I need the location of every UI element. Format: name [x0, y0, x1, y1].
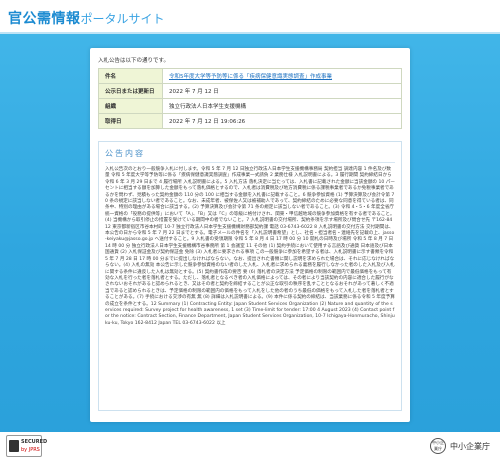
badge-line1: SECURED — [21, 439, 48, 445]
value-organization: 独立行政法人日本学生支援機構 — [162, 98, 402, 114]
table-row: 件名 令和5年度大学等予防等に係る「疾病保健意識実態調査」作成事業 — [98, 68, 402, 84]
info-table: 件名 令和5年度大学等予防等に係る「疾病保健意識実態調査」作成事業 公示日または… — [98, 68, 402, 129]
header-bar: 官公需情報ポータルサイト — [0, 0, 500, 34]
footer-bar: SECURED by JPRS 中小企業庁 中小企業庁 — [0, 432, 500, 460]
table-row: 取得日 2022 年 7 月 12 日 19:06:26 — [98, 113, 402, 129]
content-title: 公告内容 — [105, 148, 395, 163]
content-body: 入札公告次のとおり一般競争入札に付します。令和 5 年 7 月 12 日独立行政… — [105, 167, 395, 326]
label-subject: 件名 — [98, 68, 163, 84]
label-date: 公示日または更新日 — [98, 83, 163, 99]
table-row: 公示日または更新日 2022 年 7 月 12 日 — [98, 83, 402, 99]
subject-link[interactable]: 令和5年度大学等予防等に係る「疾病保健意識実態調査」作成事業 — [169, 74, 332, 80]
main-panel: 入札公告は以下の通りです。 件名 令和5年度大学等予防等に係る「疾病保健意識実態… — [90, 48, 410, 422]
lock-icon — [9, 440, 19, 452]
content-section: 公告内容 入札公告次のとおり一般競争入札に付します。令和 5 年 7 月 12 … — [98, 141, 402, 411]
label-acquired: 取得日 — [98, 113, 163, 129]
agency-name: 中小企業庁 — [450, 441, 490, 451]
badge-line2: by JPRS — [21, 447, 40, 453]
agency-emblem-icon: 中小企業庁 — [430, 438, 446, 454]
label-organization: 組織 — [98, 98, 163, 114]
site-title[interactable]: 官公需情報ポータルサイト — [8, 8, 165, 28]
site-title-main: 官公需情報 — [8, 11, 81, 27]
notice-text: 入札公告は以下の通りです。 — [98, 58, 169, 64]
secured-badge[interactable]: SECURED by JPRS — [6, 435, 47, 457]
value-acquired: 2022 年 7 月 12 日 19:06:26 — [162, 113, 402, 129]
table-row: 組織 独立行政法人日本学生支援機構 — [98, 98, 402, 114]
value-subject: 令和5年度大学等予防等に係る「疾病保健意識実態調査」作成事業 — [162, 68, 402, 84]
site-title-sub: ポータルサイト — [80, 12, 165, 26]
agency-logo[interactable]: 中小企業庁 中小企業庁 — [430, 438, 490, 454]
value-date: 2022 年 7 月 12 日 — [162, 83, 402, 99]
